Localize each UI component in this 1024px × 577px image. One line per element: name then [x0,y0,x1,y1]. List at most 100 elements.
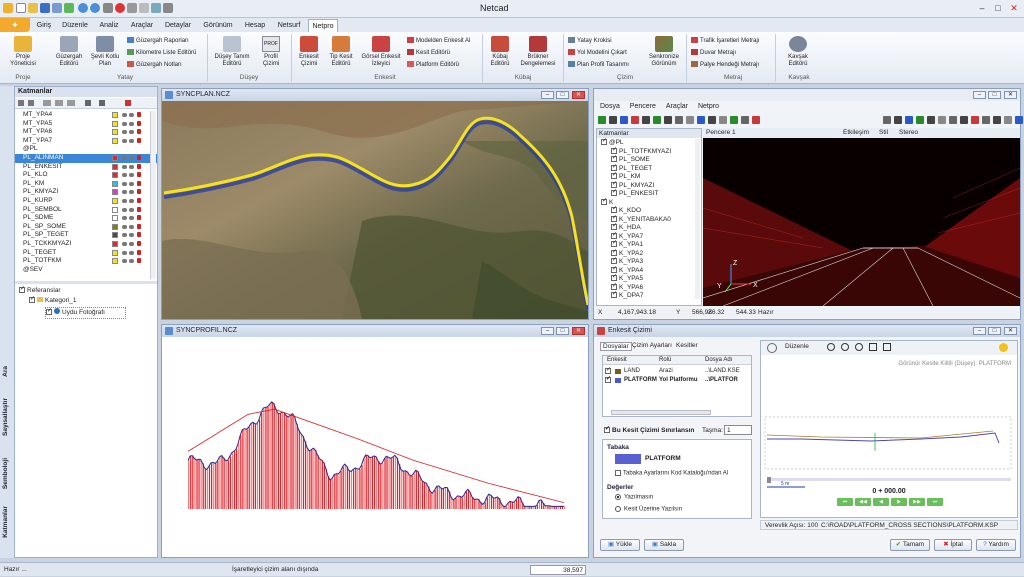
layer-row[interactable]: PL_KURP [15,197,157,206]
toolbar-tool-icon[interactable] [949,116,957,124]
visibility-icon[interactable] [122,130,127,135]
bruckner-button[interactable]: Brükner Dengelemesi [518,36,558,68]
stil-dropdown[interactable]: Stil [879,128,888,138]
layer-color-swatch[interactable] [112,241,118,247]
tab-cizim-ayarlari[interactable]: Çizim Ayarları [630,342,674,349]
toolbar-tool-icon[interactable] [675,116,683,124]
side-tab-katmanlar[interactable]: Katmanlar [2,506,9,538]
layer-row[interactable]: MT_YPA6 [15,128,157,137]
layer-color-swatch[interactable] [112,232,118,239]
visibility-icon[interactable] [122,242,127,246]
3d-view-canvas[interactable]: Pencere 1 Etkileşim Stil Stereo Z X Y [703,128,1020,306]
etkilesim-dropdown[interactable]: Etkileşim [843,128,869,138]
toolbar-tool-icon[interactable] [697,116,705,124]
guzergah-notlari-button[interactable]: Güzergah Notları [127,61,182,69]
sevli-kotlu-plan-button[interactable]: Şevli Kotlu Plan [88,36,122,68]
kavsak-editoru-button[interactable]: Kavşak Editörü [780,36,816,68]
stereo-dropdown[interactable]: Stereo [899,128,918,138]
lock-icon[interactable] [137,172,141,178]
profil-cizimi-button[interactable]: PROF Profil Çizimi [256,36,286,68]
freeze-icon[interactable] [129,113,134,117]
visibility-icon[interactable] [122,207,127,212]
trafik-isaretleri-button[interactable]: Trafik İşaretleri Metrajı [691,37,759,45]
customize-icon[interactable] [163,3,173,13]
toolbar-tool-icon[interactable] [927,116,935,124]
toolbar-tool-icon[interactable] [642,116,650,124]
minimize-button[interactable]: – [975,2,989,14]
sinirla-checkbox[interactable]: Bu Kesit Çizimi Sınırlansın [604,425,694,434]
toolbar-tool-icon[interactable] [894,116,902,124]
properties-icon[interactable] [85,100,91,106]
close-button[interactable]: ✕ [572,327,585,335]
layer-color-swatch[interactable] [112,223,118,230]
toolbar-tool-icon[interactable] [631,116,639,124]
toolbar-tool-icon[interactable] [620,116,628,124]
undo-icon[interactable] [78,3,88,13]
toolbar-tool-icon[interactable] [686,116,694,124]
layer-row[interactable]: PL_SP_TEGET [15,231,157,240]
toolbar-tool-icon[interactable] [664,116,672,124]
lock-icon[interactable] [137,180,141,186]
lock-icon[interactable] [137,163,141,169]
tree-kategori[interactable]: Kategori_1 [29,295,76,306]
table-hscrollbar[interactable] [611,410,711,415]
freeze-icon[interactable] [129,173,134,178]
tip-kesit-editoru-button[interactable]: Tip Kesit Editörü [326,36,356,68]
eye-icon[interactable] [43,100,51,106]
layer-checkbox[interactable] [611,248,617,256]
yatay-krokisi-button[interactable]: Yatay Krokisi [568,37,612,45]
tab-araclar[interactable]: Araçlar [128,19,156,32]
palye-hendegi-button[interactable]: Palye Hendeği Metrajı [691,61,759,69]
toolbar-tool-icon[interactable] [960,116,968,124]
visibility-icon[interactable] [122,199,127,203]
layer-checkbox[interactable] [611,163,617,171]
app-menu-icon[interactable] [3,3,13,13]
layer-color-swatch[interactable] [112,258,118,265]
visibility-icon[interactable] [122,173,127,178]
layer-color-swatch[interactable] [112,120,118,127]
toolbar-tool-icon[interactable] [883,116,891,124]
layer-row[interactable]: PL_KLO [15,171,157,180]
viewer3d-layer-item[interactable]: PL_KMYAZI [611,180,654,191]
tab-kesitler[interactable]: Kesitler [674,342,700,349]
yol-modeli-button[interactable]: Yol Modelini Çıkart [568,49,627,57]
tree-referanslar[interactable]: Referanslar [19,285,61,296]
minimize-button[interactable]: – [973,91,986,99]
freeze-icon[interactable] [129,233,134,238]
maximize-button[interactable]: □ [988,91,1001,99]
yardim-button[interactable]: ? Yardım [976,539,1016,551]
layer-checkbox[interactable] [611,188,617,197]
proje-yoneticisi-button[interactable]: Proje Yöneticisi [4,36,42,68]
lock-icon[interactable] [137,112,141,117]
layer-checkbox[interactable] [611,180,617,188]
tab-dosyalar[interactable]: Dosyalar [600,342,632,351]
toolbar-tool-icon[interactable] [916,116,924,124]
zoom-in-icon[interactable] [827,343,835,351]
layer-checkbox[interactable] [601,197,607,205]
layer-row[interactable]: @PL [15,145,157,154]
layer-checkbox[interactable] [611,154,617,163]
visibility-icon[interactable] [122,259,127,264]
visibility-icon[interactable] [122,156,127,160]
layer-row[interactable]: PL_ALINMAN [15,154,157,163]
menu-araclar[interactable]: Araçlar [666,103,688,110]
visibility-icon[interactable] [122,164,127,169]
layer-color-swatch[interactable] [112,180,118,187]
viewer3d-layer-item[interactable]: PL_TEGET [611,163,652,174]
toolbar-tool-icon[interactable] [719,116,727,124]
tab-giris[interactable]: Giriş [34,19,54,32]
station-nav-button[interactable]: ⏭ [927,498,943,506]
tabaka-kod-checkbox[interactable]: Tabaka Ayarlarını Kod Kataloğu'ndan Al [615,470,728,477]
visibility-icon[interactable] [122,224,127,229]
visibility-icon[interactable] [122,216,127,221]
layer-color-swatch[interactable] [112,189,118,196]
tasma-input[interactable]: 1 [724,425,752,435]
tab-netpro[interactable]: Netpro [308,19,338,32]
duzenle-dropdown[interactable]: Düzenle [785,343,809,350]
tab-duzenle[interactable]: Düzenle [60,19,90,32]
tab-hesap[interactable]: Hesap [242,19,268,32]
toolbar-tool-icon[interactable] [1015,116,1023,124]
station-nav-button[interactable]: ⏮ [837,498,853,506]
sakla-button[interactable]: ▣ Sakla [644,539,684,551]
maximize-button[interactable]: □ [988,327,1001,335]
